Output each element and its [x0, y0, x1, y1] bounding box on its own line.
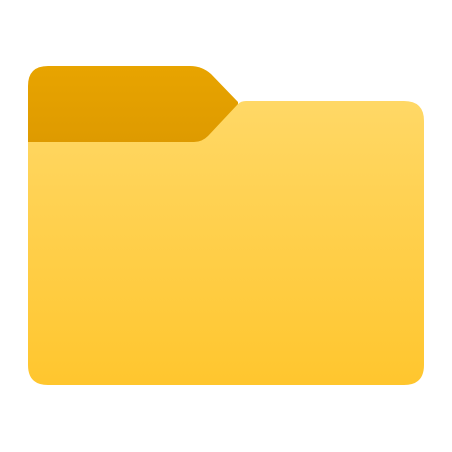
icon-canvas — [0, 0, 452, 452]
folder-body — [28, 101, 424, 385]
folder-icon — [28, 66, 424, 385]
